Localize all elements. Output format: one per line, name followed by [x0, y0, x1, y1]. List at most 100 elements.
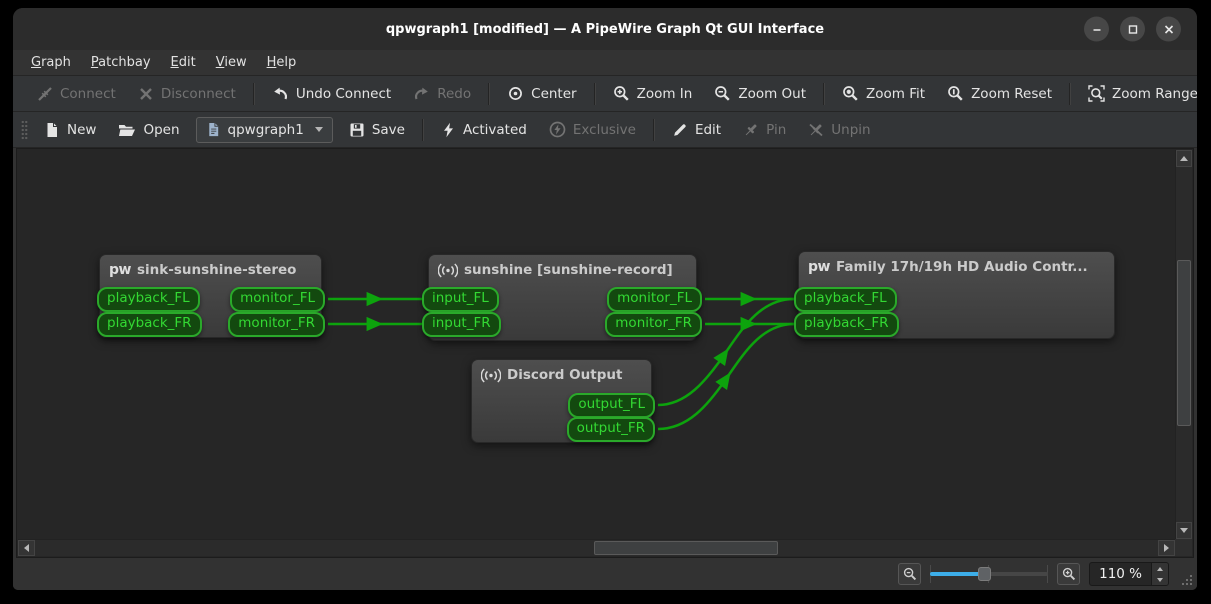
zoom-range-icon: [1088, 85, 1105, 102]
arrow-up-icon: [1157, 567, 1163, 571]
zoom-range-button[interactable]: Zoom Range: [1079, 79, 1197, 108]
statusbar-zoom-out-button[interactable]: [898, 563, 921, 585]
scroll-up-button[interactable]: [1176, 150, 1192, 167]
menu-view[interactable]: View: [206, 52, 257, 73]
port-sink-playback-fr[interactable]: playback_FR: [97, 312, 202, 337]
zoom-slider[interactable]: [930, 563, 1048, 585]
redo-button[interactable]: Redo: [404, 80, 480, 108]
node-title: Family 17h/19h HD Audio Contr...: [836, 259, 1088, 275]
arrow-left-icon: [24, 544, 29, 552]
arrow-down-icon: [1157, 578, 1163, 582]
center-button[interactable]: Center: [498, 79, 585, 108]
exclusive-bolt-icon: [549, 121, 566, 138]
horizontal-scrollbar[interactable]: [18, 539, 1175, 556]
graph-canvas[interactable]: pw sink-sunshine-stereo sunshine [sunshi…: [18, 150, 1175, 539]
connect-button[interactable]: Connect: [28, 80, 125, 108]
zoom-value: 110 %: [1090, 563, 1151, 585]
connection-wires: [18, 150, 1175, 539]
window-title: qpwgraph1 [modified] — A PipeWire Graph …: [386, 22, 824, 37]
window-controls: [1084, 17, 1181, 42]
zoom-in-icon: [1062, 567, 1076, 581]
open-folder-icon: [118, 122, 136, 138]
vertical-scrollbar-thumb[interactable]: [1177, 260, 1191, 426]
toolbar-separator: [1069, 83, 1071, 105]
node-title: Discord Output: [507, 367, 622, 383]
zoom-fit-button[interactable]: Zoom Fit: [833, 79, 934, 108]
unpin-icon: [808, 122, 824, 138]
menu-help[interactable]: Help: [257, 52, 307, 73]
statusbar: 110 %: [13, 558, 1197, 590]
vertical-scrollbar[interactable]: [1175, 150, 1192, 539]
open-patchbay-button[interactable]: Open: [109, 116, 188, 144]
pipewire-icon: pw: [109, 262, 131, 278]
toolbar-separator: [594, 83, 596, 105]
undo-connect-button[interactable]: Undo Connect: [263, 80, 400, 108]
patchbay-selector[interactable]: qpwgraph1: [196, 117, 333, 143]
chevron-down-icon: [315, 127, 323, 132]
save-patchbay-button[interactable]: Save: [340, 116, 414, 144]
port-sink-monitor-fr[interactable]: monitor_FR: [228, 312, 325, 337]
pin-icon: [743, 122, 759, 138]
statusbar-zoom-in-button[interactable]: [1057, 563, 1080, 585]
spin-up-button[interactable]: [1152, 563, 1168, 574]
menu-edit[interactable]: Edit: [161, 52, 206, 73]
pipewire-icon: pw: [808, 259, 830, 275]
zoom-out-icon: [903, 567, 917, 581]
resize-grip[interactable]: [1181, 574, 1193, 586]
titlebar[interactable]: qpwgraph1 [modified] — A PipeWire Graph …: [13, 8, 1197, 50]
port-family-playback-fr[interactable]: playback_FR: [794, 312, 899, 337]
port-discord-output-fr[interactable]: output_FR: [567, 417, 655, 442]
disconnect-icon: [138, 86, 154, 102]
scrollbar-corner: [1175, 539, 1192, 556]
stream-icon: [438, 263, 458, 278]
center-icon: [507, 85, 524, 102]
horizontal-scrollbar-thumb[interactable]: [594, 541, 778, 555]
port-sink-monitor-fl[interactable]: monitor_FL: [230, 287, 325, 312]
maximize-icon: [1127, 23, 1139, 35]
disconnect-button[interactable]: Disconnect: [129, 80, 245, 108]
pin-button[interactable]: Pin: [734, 116, 795, 144]
zoom-fit-icon: [842, 85, 859, 102]
scroll-left-button[interactable]: [18, 540, 35, 556]
zoom-slider-handle[interactable]: [978, 567, 991, 581]
menu-patchbay[interactable]: Patchbay: [81, 52, 161, 73]
save-icon: [349, 122, 365, 138]
menu-graph[interactable]: Graph: [21, 52, 81, 73]
activated-toggle[interactable]: Activated: [432, 116, 536, 144]
exclusive-toggle[interactable]: Exclusive: [540, 115, 645, 144]
arrow-right-icon: [1164, 544, 1169, 552]
toolbar-separator: [823, 83, 825, 105]
maximize-button[interactable]: [1120, 17, 1145, 42]
scroll-down-button[interactable]: [1176, 522, 1192, 539]
minimize-button[interactable]: [1084, 17, 1109, 42]
node-title: sunshine [sunshine-record]: [464, 262, 673, 278]
connect-icon: [37, 86, 53, 102]
port-sunshine-monitor-fl[interactable]: monitor_FL: [607, 287, 702, 312]
edit-button[interactable]: Edit: [663, 116, 730, 144]
close-button[interactable]: [1156, 17, 1181, 42]
toolbar-separator: [253, 83, 255, 105]
zoom-in-button[interactable]: Zoom In: [604, 79, 702, 108]
zoom-reset-button[interactable]: Zoom Reset: [938, 79, 1061, 108]
port-sunshine-monitor-fr[interactable]: monitor_FR: [605, 312, 702, 337]
port-sunshine-input-fr[interactable]: input_FR: [422, 312, 501, 337]
port-family-playback-fl[interactable]: playback_FL: [794, 287, 897, 312]
edit-pencil-icon: [672, 122, 688, 138]
new-file-icon: [44, 122, 60, 138]
zoom-spinbox[interactable]: 110 %: [1089, 562, 1169, 586]
close-icon: [1163, 23, 1175, 35]
zoom-out-button[interactable]: Zoom Out: [705, 79, 815, 108]
zoom-reset-icon: [947, 85, 964, 102]
new-patchbay-button[interactable]: New: [35, 116, 105, 144]
spin-down-button[interactable]: [1152, 574, 1168, 585]
node-title: sink-sunshine-stereo: [137, 262, 297, 278]
unpin-button[interactable]: Unpin: [799, 116, 879, 144]
scroll-right-button[interactable]: [1158, 540, 1175, 556]
port-sunshine-input-fl[interactable]: input_FL: [422, 287, 499, 312]
port-discord-output-fl[interactable]: output_FL: [568, 393, 655, 418]
toolbar-drag-handle[interactable]: [21, 120, 28, 140]
activated-bolt-icon: [441, 122, 456, 138]
zoom-in-icon: [613, 85, 630, 102]
port-sink-playback-fl[interactable]: playback_FL: [97, 287, 200, 312]
menubar: Graph Patchbay Edit View Help: [13, 50, 1197, 76]
